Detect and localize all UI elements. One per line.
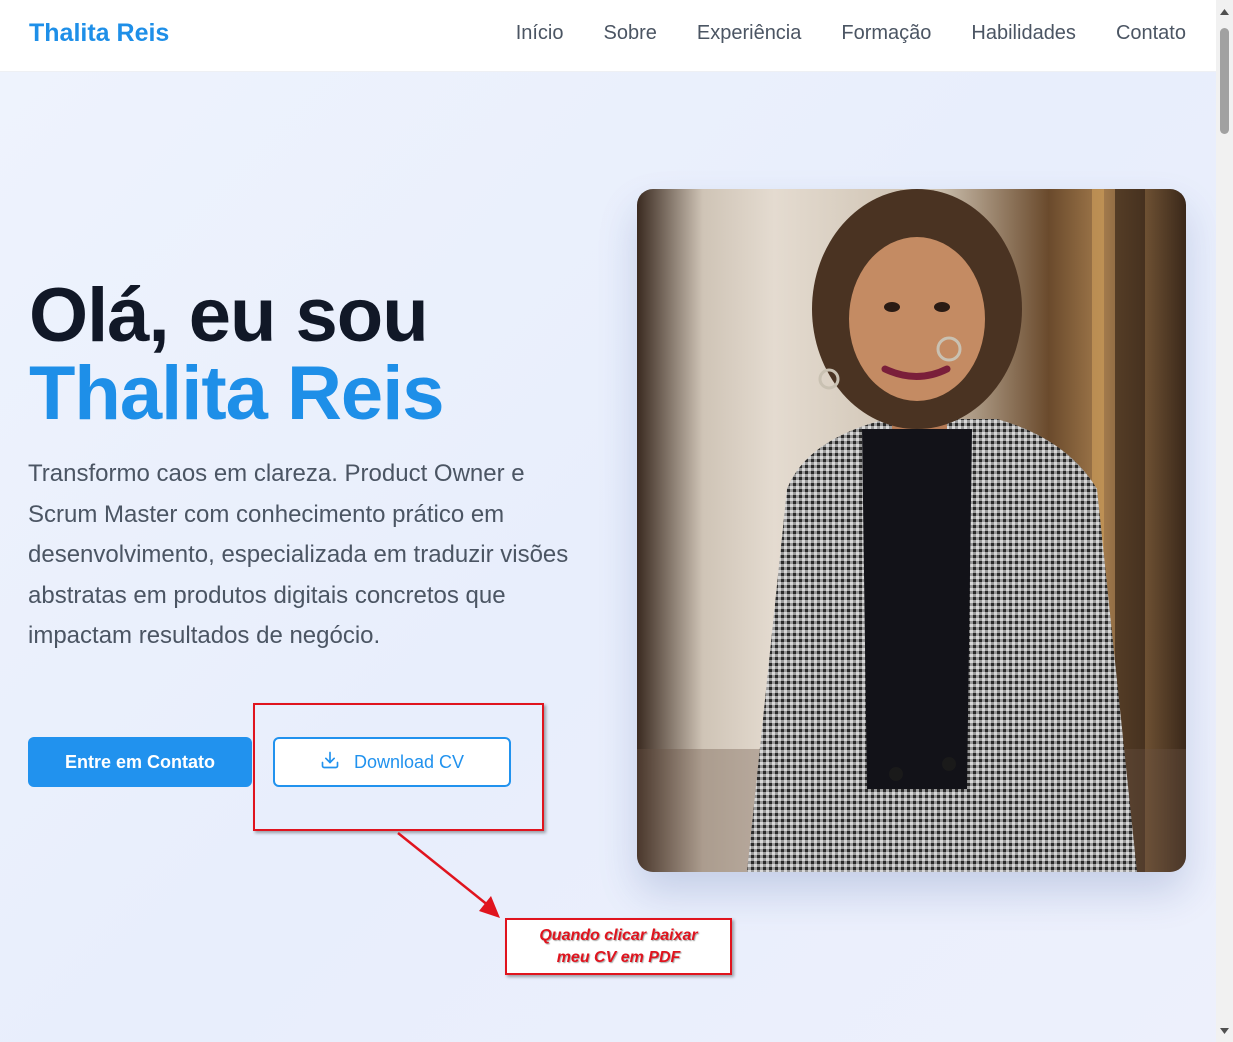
annotation-arrow-icon	[397, 832, 500, 918]
annotation-line-1: Quando clicar baixar	[539, 926, 698, 944]
annotation-label: Quando clicar baixar meu CV em PDF	[505, 918, 732, 975]
annotation-line-2: meu CV em PDF	[556, 948, 681, 966]
